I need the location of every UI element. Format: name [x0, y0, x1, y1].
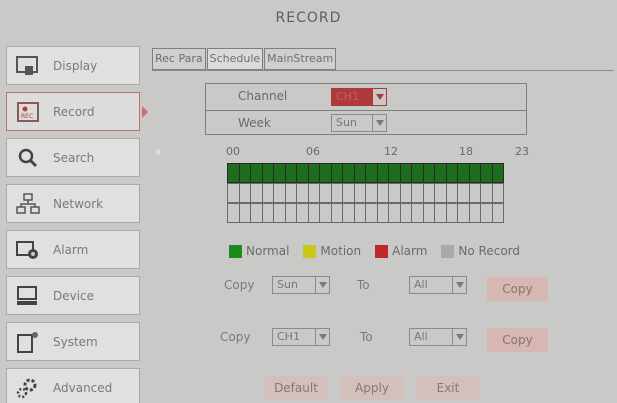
hour-axis: 00 06 12 18 23	[226, 145, 531, 159]
copy-channel-button[interactable]: Copy	[487, 328, 548, 352]
copy-day-from-value: Sun	[277, 278, 298, 291]
sidebar-item-label: Search	[53, 150, 95, 165]
chevron-down-icon	[452, 329, 466, 345]
hour-label: 06	[306, 145, 320, 158]
chevron-down-icon	[452, 277, 466, 293]
sidebar-item-label: Device	[53, 288, 95, 303]
copy-channel-to-value: All	[414, 330, 428, 343]
sidebar-item-advanced[interactable]: Advanced	[6, 368, 140, 403]
copy-day-label: Copy	[224, 278, 255, 292]
svg-text:REC: REC	[21, 113, 33, 120]
sidebar-item-label: System	[53, 334, 98, 349]
no-record-swatch	[441, 244, 455, 258]
search-icon	[15, 145, 41, 171]
schedule-row	[227, 183, 504, 203]
copy-day-button[interactable]: Copy	[487, 277, 548, 301]
pointer-icon	[157, 148, 162, 156]
schedule-cell[interactable]	[491, 203, 504, 223]
sidebar-item-device[interactable]: Device	[6, 276, 140, 315]
record-icon: REC	[15, 99, 41, 125]
copy-day-to-value: All	[414, 278, 428, 291]
chevron-down-icon	[372, 89, 386, 105]
schedule-grid[interactable]	[227, 163, 504, 223]
alarm-swatch	[375, 244, 389, 258]
hour-label: 23	[515, 145, 529, 158]
sidebar-item-record[interactable]: REC Record	[6, 92, 148, 131]
week-label: Week	[238, 116, 271, 130]
advanced-icon	[15, 375, 41, 401]
tab-mainstream[interactable]: MainStream	[264, 48, 337, 70]
legend-normal: Normal	[229, 244, 289, 258]
network-icon	[15, 191, 41, 217]
sidebar-item-network[interactable]: Network	[6, 184, 140, 223]
alarm-icon	[15, 237, 41, 263]
legend: Normal Motion Alarm No Record	[229, 243, 520, 259]
copy-channel-to-label: To	[360, 330, 373, 344]
sidebar-item-label: Display	[53, 58, 98, 73]
legend-no-record: No Record	[441, 244, 520, 258]
sidebar-item-label: Record	[53, 104, 95, 119]
system-icon	[15, 329, 41, 355]
motion-swatch	[303, 244, 317, 258]
legend-label: No Record	[458, 244, 521, 258]
tab-rec-para[interactable]: Rec Para	[152, 48, 206, 70]
schedule-cell[interactable]	[491, 163, 504, 183]
chevron-down-icon	[315, 277, 329, 293]
channel-select[interactable]: CH1	[331, 88, 387, 106]
tab-divider	[152, 70, 614, 71]
schedule-cell[interactable]	[491, 183, 504, 203]
sidebar-item-search[interactable]: Search	[6, 138, 140, 177]
sidebar-item-label: Alarm	[53, 242, 89, 257]
schedule-row	[227, 163, 504, 183]
week-value: Sun	[336, 116, 357, 129]
device-icon	[15, 283, 41, 309]
legend-label: Normal	[246, 244, 290, 258]
copy-day-to-label: To	[357, 278, 370, 292]
copy-day-from-select[interactable]: Sun	[272, 276, 330, 294]
schedule-settings: Channel CH1 Week Sun	[205, 83, 527, 135]
normal-swatch	[229, 244, 242, 258]
hour-label: 00	[226, 145, 240, 158]
copy-channel-from-select[interactable]: CH1	[272, 328, 330, 346]
exit-button[interactable]: Exit	[416, 376, 480, 400]
sidebar-item-display[interactable]: Display	[6, 46, 140, 85]
chevron-down-icon	[315, 329, 329, 345]
copy-channel-to-select[interactable]: All	[409, 328, 467, 346]
display-icon	[15, 53, 41, 79]
default-button[interactable]: Default	[264, 376, 328, 400]
copy-channel-from-value: CH1	[277, 330, 300, 343]
channel-label: Channel	[238, 89, 288, 103]
schedule-row	[227, 203, 504, 223]
apply-button[interactable]: Apply	[340, 376, 404, 400]
copy-day-to-select[interactable]: All	[409, 276, 467, 294]
legend-alarm: Alarm	[375, 244, 427, 258]
tab-schedule[interactable]: Schedule	[206, 48, 264, 70]
sidebar-item-label: Advanced	[53, 380, 113, 395]
channel-value: CH1	[336, 90, 359, 103]
sidebar-item-alarm[interactable]: Alarm	[6, 230, 140, 269]
hour-label: 18	[459, 145, 473, 158]
legend-label: Motion	[320, 244, 362, 258]
sidebar-item-system[interactable]: System	[6, 322, 140, 361]
active-arrow-icon	[142, 106, 148, 118]
legend-label: Alarm	[392, 244, 428, 258]
chevron-down-icon	[372, 115, 386, 131]
week-row: Week Sun	[206, 110, 526, 135]
week-select[interactable]: Sun	[331, 114, 387, 132]
tab-bar: Rec Para Schedule MainStream	[152, 48, 337, 70]
legend-motion: Motion	[303, 244, 361, 258]
copy-channel-label: Copy	[220, 330, 251, 344]
channel-row: Channel CH1	[206, 84, 526, 109]
sidebar-item-label: Network	[53, 196, 104, 211]
window-title: RECORD	[275, 10, 342, 26]
hour-label: 12	[384, 145, 398, 158]
